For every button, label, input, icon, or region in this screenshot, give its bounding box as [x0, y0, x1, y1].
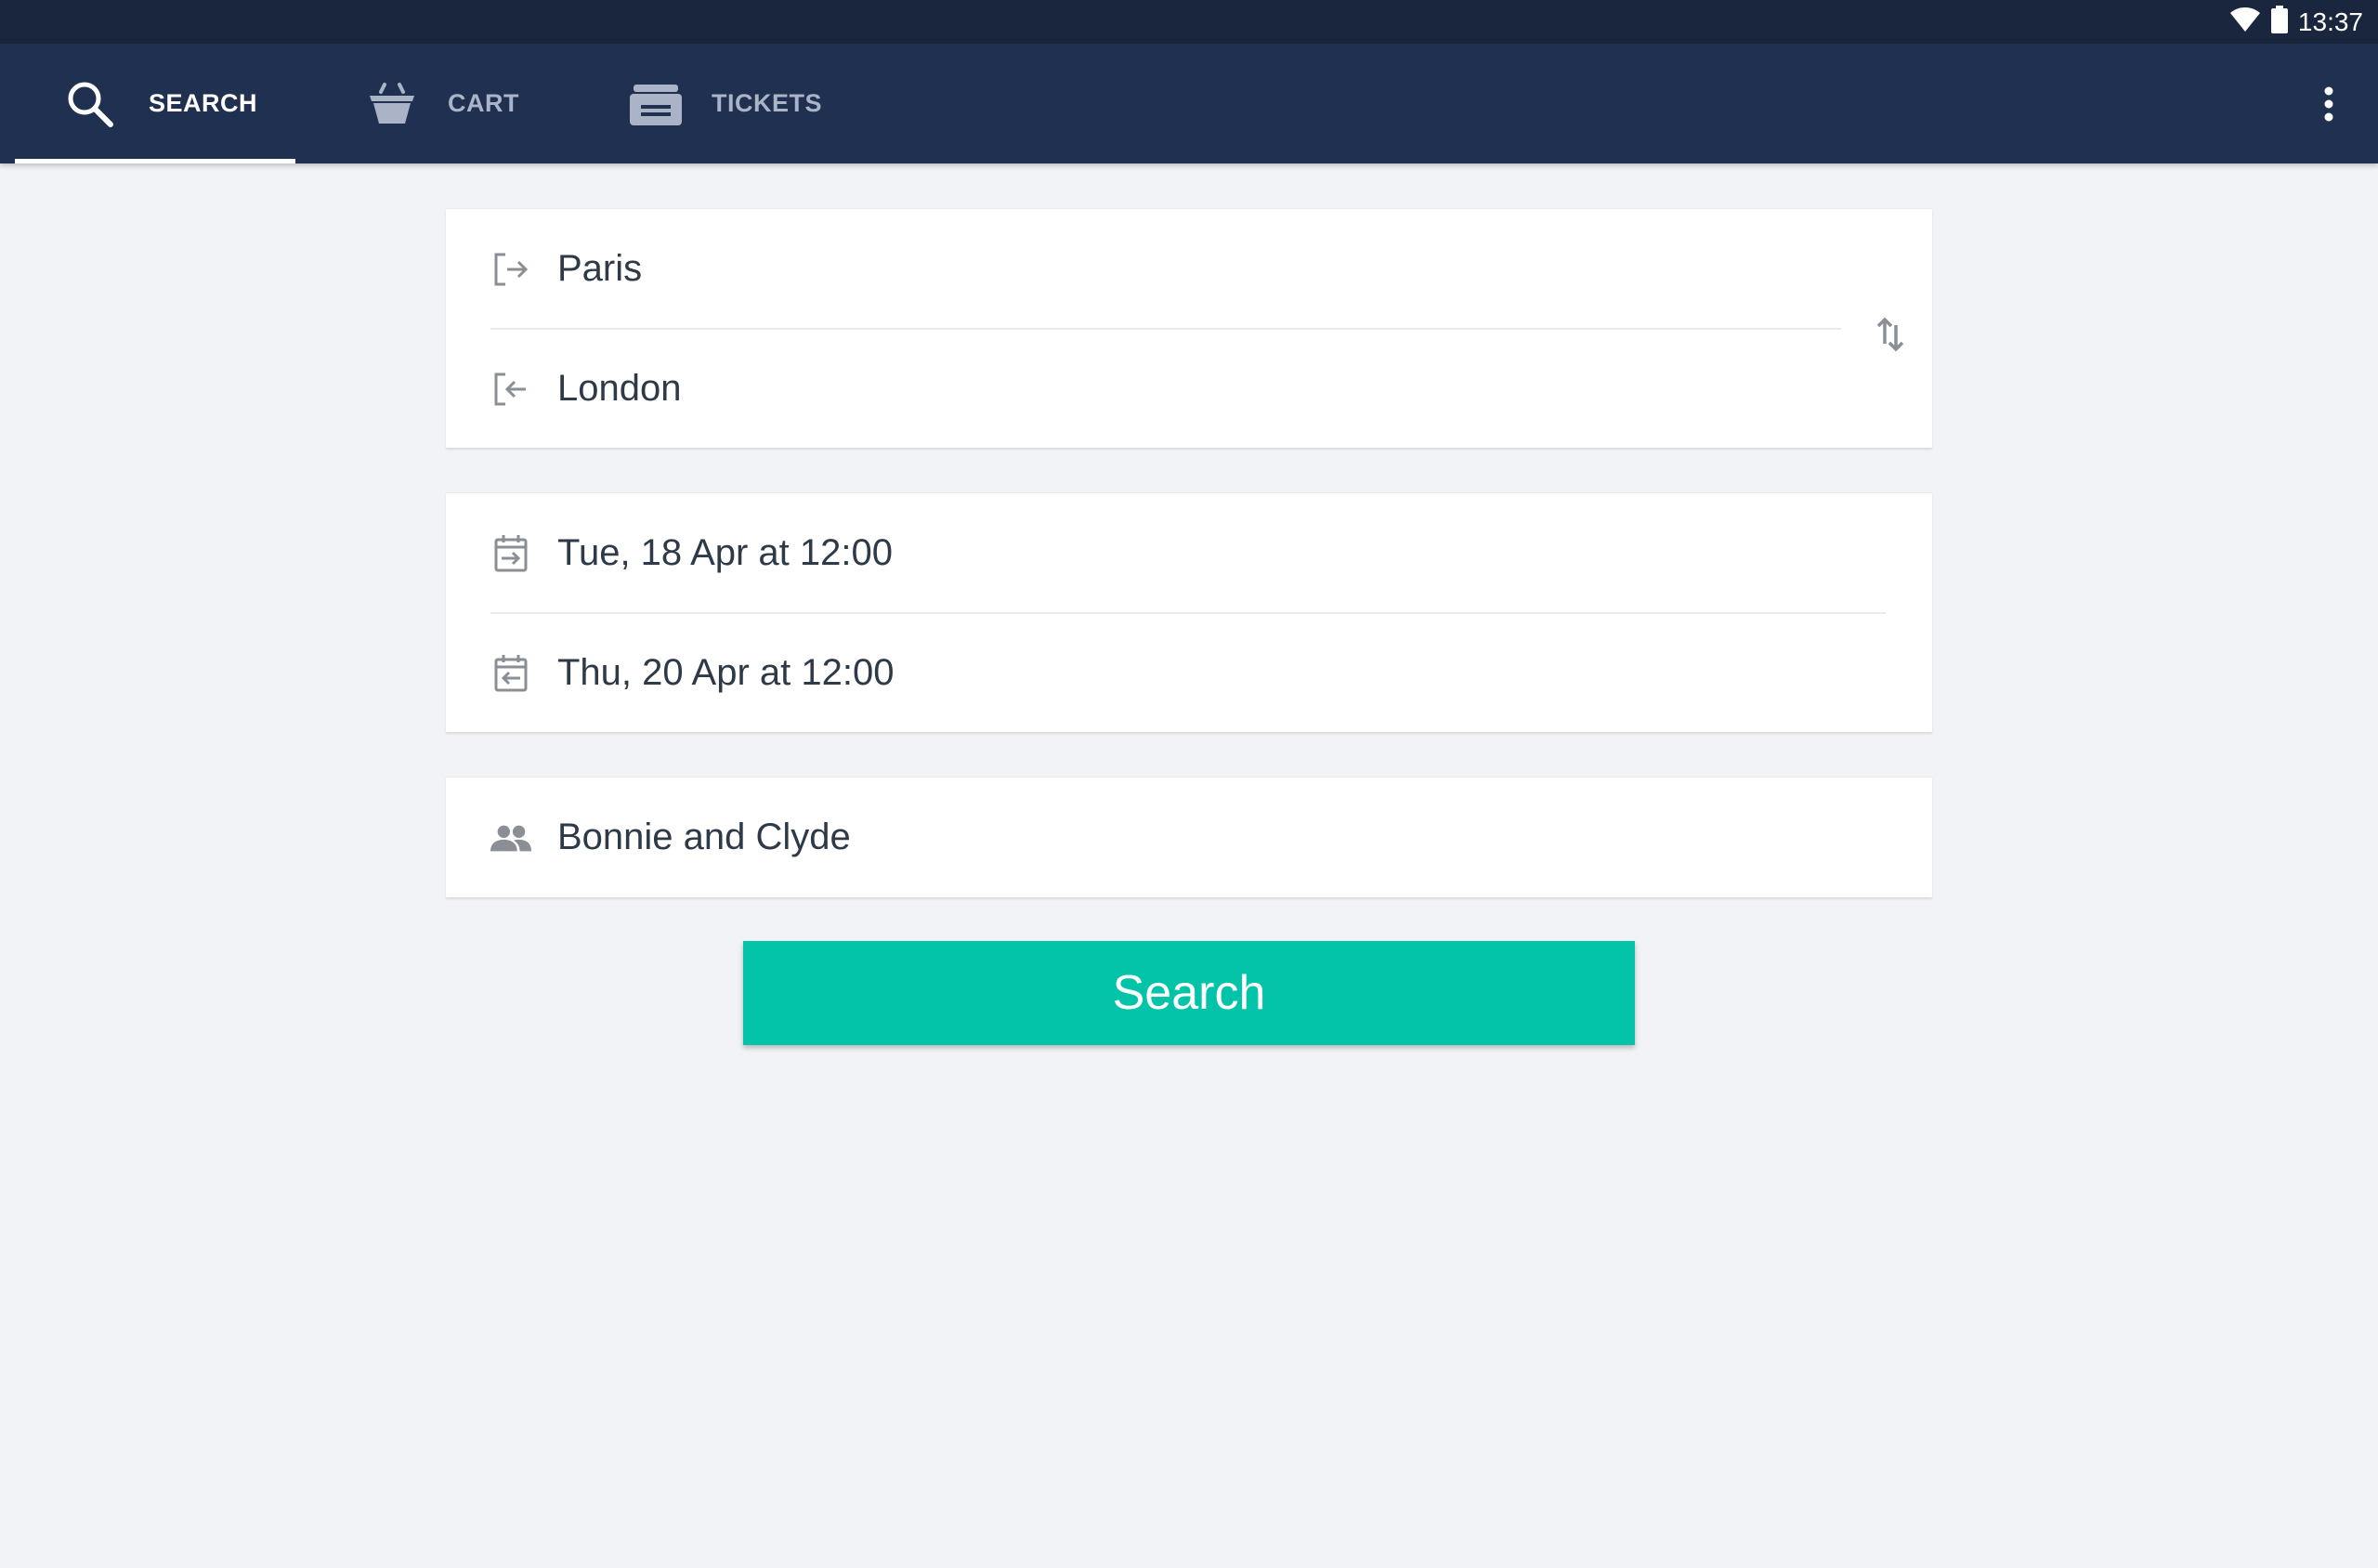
- passengers-card: Bonnie and Clyde: [446, 777, 1932, 897]
- tab-cart-label: CART: [448, 89, 519, 117]
- passengers-value: Bonnie and Clyde: [557, 817, 851, 857]
- tab-tickets-label: TICKETS: [712, 89, 823, 117]
- tab-cart[interactable]: CART: [368, 44, 519, 163]
- ticket-icon: [630, 83, 682, 125]
- route-card: Paris London: [446, 208, 1932, 448]
- swap-icon: [1875, 316, 1905, 353]
- wifi-icon: [2229, 7, 2261, 37]
- tab-search-label: SEARCH: [149, 89, 258, 117]
- return-date-value: Thu, 20 Apr at 12:00: [557, 652, 895, 693]
- dates-card: Tue, 18 Apr at 12:00 Thu, 20 Apr at 12:0…: [446, 492, 1932, 732]
- origin-field[interactable]: Paris: [446, 209, 1932, 329]
- arrival-icon: [490, 369, 531, 410]
- destination-value: London: [557, 368, 682, 409]
- origin-value: Paris: [557, 248, 643, 289]
- status-bar: 13:37: [0, 0, 2378, 44]
- search-button[interactable]: Search: [743, 941, 1635, 1045]
- departure-icon: [490, 249, 531, 290]
- people-icon: [490, 817, 531, 858]
- passengers-field[interactable]: Bonnie and Clyde: [446, 777, 1932, 897]
- search-icon: [65, 79, 115, 129]
- basket-icon: [368, 81, 416, 127]
- overflow-menu-button[interactable]: [2287, 62, 2371, 146]
- destination-field[interactable]: London: [446, 329, 1932, 449]
- tab-tickets[interactable]: TICKETS: [630, 44, 822, 163]
- app-bar: SEARCH CART TICKETS: [0, 44, 2378, 163]
- outbound-date-field[interactable]: Tue, 18 Apr at 12:00: [446, 493, 1932, 613]
- swap-route-button[interactable]: [1858, 302, 1923, 367]
- calendar-out-icon: [490, 533, 531, 574]
- return-date-field[interactable]: Thu, 20 Apr at 12:00: [446, 613, 1932, 733]
- status-indicators: 13:37: [2229, 0, 2363, 44]
- battery-icon: [2270, 6, 2289, 38]
- clock: 13:37: [2297, 7, 2363, 36]
- more-vertical-icon: [2323, 85, 2334, 123]
- active-tab-indicator: [15, 159, 295, 163]
- calendar-return-icon: [490, 653, 531, 694]
- tab-search[interactable]: SEARCH: [65, 44, 257, 163]
- outbound-date-value: Tue, 18 Apr at 12:00: [557, 532, 893, 573]
